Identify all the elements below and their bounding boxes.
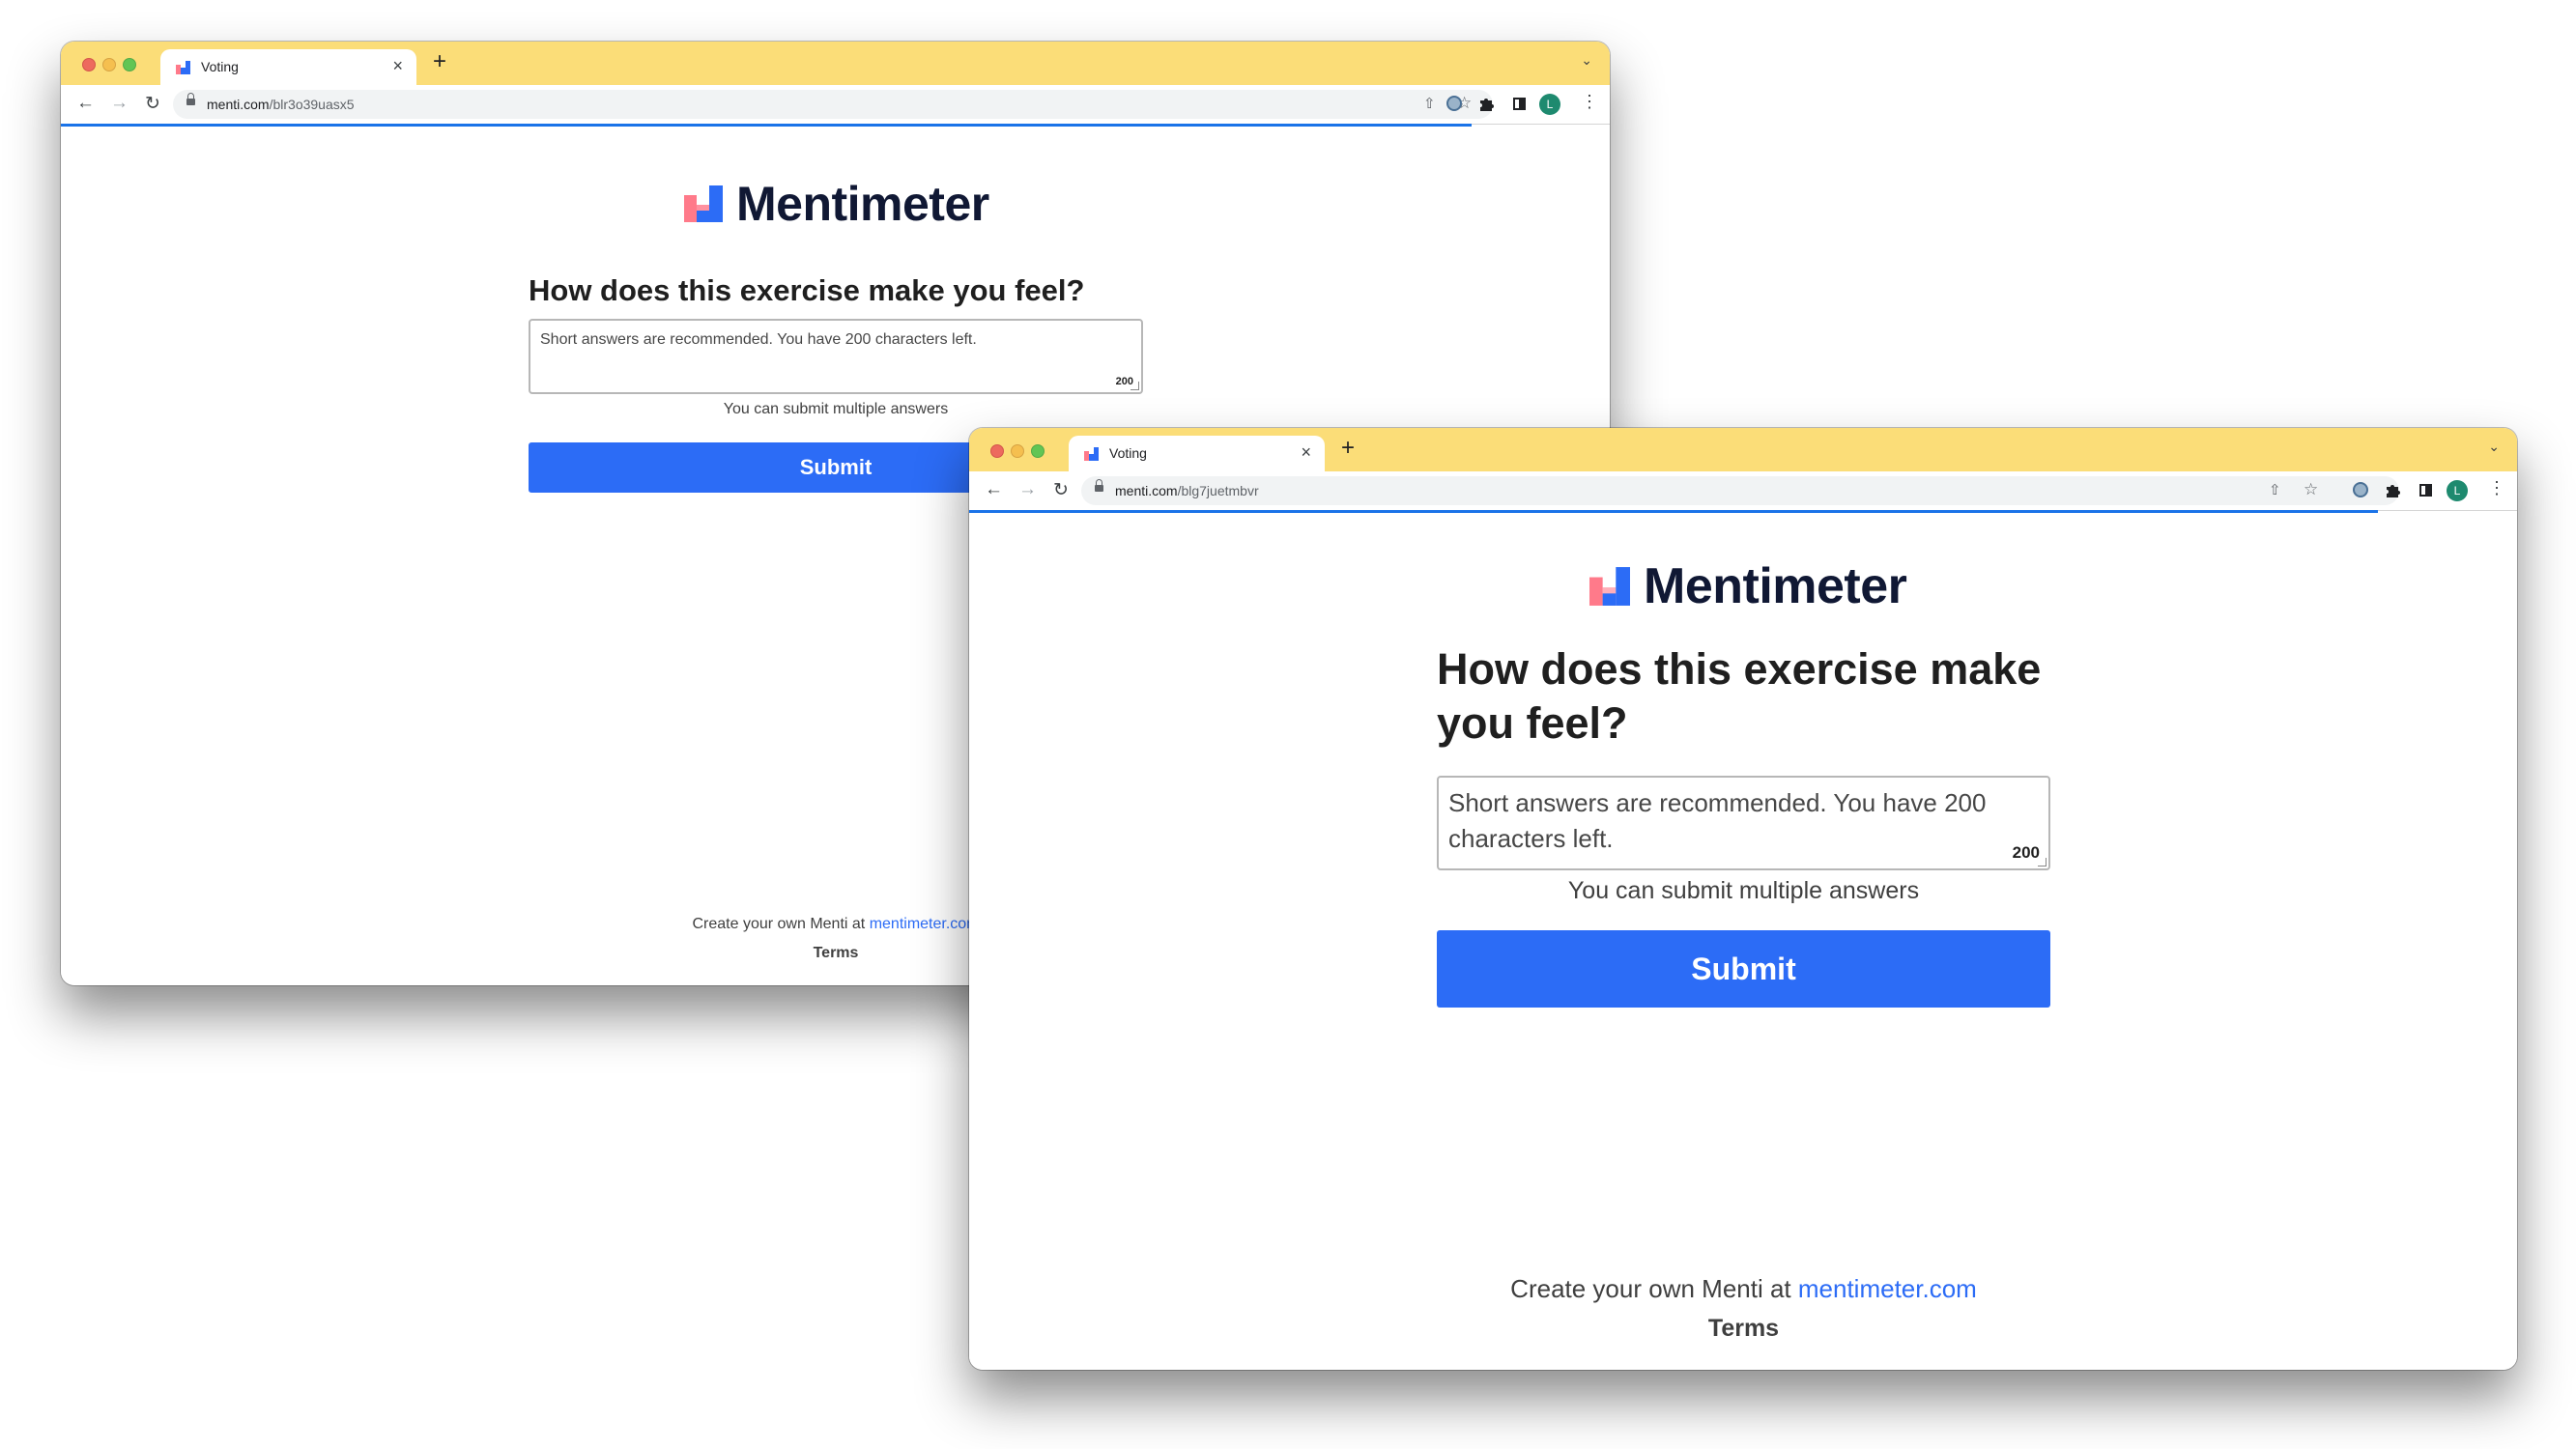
mentimeter-link[interactable]: mentimeter.com	[870, 916, 980, 932]
reload-icon[interactable]: ↻	[145, 93, 160, 115]
new-tab-button[interactable]: +	[433, 48, 446, 75]
tab-voting[interactable]: Voting ×	[1069, 436, 1325, 471]
back-arrow-icon[interactable]: ←	[76, 93, 95, 114]
question-heading: How does this exercise make you feel?	[1437, 644, 2042, 748]
mentimeter-favicon-icon	[1084, 447, 1099, 461]
mentimeter-logo-icon	[684, 185, 723, 222]
lock-icon	[186, 93, 195, 105]
extensions-puzzle-icon[interactable]	[1478, 96, 1495, 112]
maximize-window-button[interactable]	[1031, 444, 1045, 458]
answer-textarea[interactable]	[1439, 778, 2048, 868]
address-bar[interactable]: menti.com/blr3o39uasx5 ⇧ ☆	[173, 90, 1493, 119]
tab-strip: Voting × + ⌄	[61, 42, 1610, 85]
maximize-window-button[interactable]	[123, 58, 136, 71]
footer-text: Create your own Menti at mentimeter.com	[1510, 1274, 1977, 1303]
share-icon[interactable]: ⇧	[1423, 95, 1436, 112]
answer-field[interactable]: 200	[1437, 776, 2050, 870]
side-panel-icon[interactable]	[2419, 484, 2432, 497]
extension-icon[interactable]	[1446, 96, 1462, 111]
address-bar[interactable]: menti.com/blg7juetmbvr ⇧ ☆	[1081, 476, 2399, 505]
logo-text: Mentimeter	[736, 177, 989, 231]
page-content: Mentimeter How does this exercise make y…	[969, 513, 2517, 1370]
mentimeter-link[interactable]: mentimeter.com	[1798, 1274, 1977, 1303]
lock-icon	[1095, 479, 1103, 492]
close-window-button[interactable]	[990, 444, 1004, 458]
bookmark-star-icon[interactable]: ☆	[2304, 480, 2318, 499]
mentimeter-logo: Mentimeter	[684, 176, 989, 232]
share-icon[interactable]: ⇧	[2269, 481, 2281, 498]
browser-toolbar: ← → ↻ menti.com/blg7juetmbvr ⇧ ☆ L ⋮	[969, 471, 2517, 511]
question-heading: How does this exercise make you feel?	[529, 273, 1085, 307]
char-count: 200	[2012, 843, 2040, 862]
mentimeter-logo-icon	[1589, 567, 1630, 606]
logo-text: Mentimeter	[1644, 558, 1907, 614]
tab-title: Voting	[1109, 445, 1147, 461]
profile-avatar[interactable]: L	[2447, 480, 2468, 501]
resize-handle-icon[interactable]	[1131, 382, 1139, 390]
browser-window-front: Voting × + ⌄ ← → ↻ menti.com/blg7juetmbv…	[969, 428, 2517, 1370]
new-tab-button[interactable]: +	[1341, 435, 1355, 462]
tab-close-icon[interactable]: ×	[1301, 442, 1311, 463]
close-window-button[interactable]	[82, 58, 96, 71]
multiple-answers-hint: You can submit multiple answers	[723, 401, 949, 417]
answer-field[interactable]: 200	[529, 319, 1143, 394]
terms-link[interactable]: Terms	[1437, 1315, 2050, 1343]
extensions-puzzle-icon[interactable]	[2385, 482, 2401, 498]
submit-button[interactable]: Submit	[1437, 930, 2050, 1008]
reload-icon[interactable]: ↻	[1053, 479, 1069, 501]
browser-menu-icon[interactable]: ⋮	[1581, 92, 1598, 112]
answer-textarea[interactable]	[530, 321, 1141, 392]
tab-close-icon[interactable]: ×	[392, 56, 403, 76]
tab-title: Voting	[201, 59, 239, 74]
tab-search-chevron-icon[interactable]: ⌄	[1581, 52, 1592, 69]
minimize-window-button[interactable]	[102, 58, 116, 71]
resize-handle-icon[interactable]	[2038, 858, 2046, 867]
minimize-window-button[interactable]	[1011, 444, 1024, 458]
tab-voting[interactable]: Voting ×	[160, 49, 416, 85]
tab-strip: Voting × + ⌄	[969, 428, 2517, 471]
multiple-answers-hint: You can submit multiple answers	[1567, 877, 1920, 904]
url-text: menti.com/blr3o39uasx5	[207, 97, 355, 112]
forward-arrow-icon[interactable]: →	[1018, 479, 1037, 500]
back-arrow-icon[interactable]: ←	[985, 479, 1003, 500]
forward-arrow-icon[interactable]: →	[110, 93, 129, 114]
url-text: menti.com/blg7juetmbvr	[1115, 483, 1259, 498]
browser-toolbar: ← → ↻ menti.com/blr3o39uasx5 ⇧ ☆ L ⋮	[61, 85, 1610, 125]
mentimeter-logo: Mentimeter	[1589, 557, 1907, 615]
mentimeter-favicon-icon	[176, 61, 190, 74]
profile-avatar[interactable]: L	[1539, 94, 1560, 115]
browser-menu-icon[interactable]: ⋮	[2488, 478, 2505, 498]
extension-icon[interactable]	[2353, 482, 2368, 497]
side-panel-icon[interactable]	[1513, 98, 1526, 110]
tab-search-chevron-icon[interactable]: ⌄	[2488, 439, 2500, 455]
